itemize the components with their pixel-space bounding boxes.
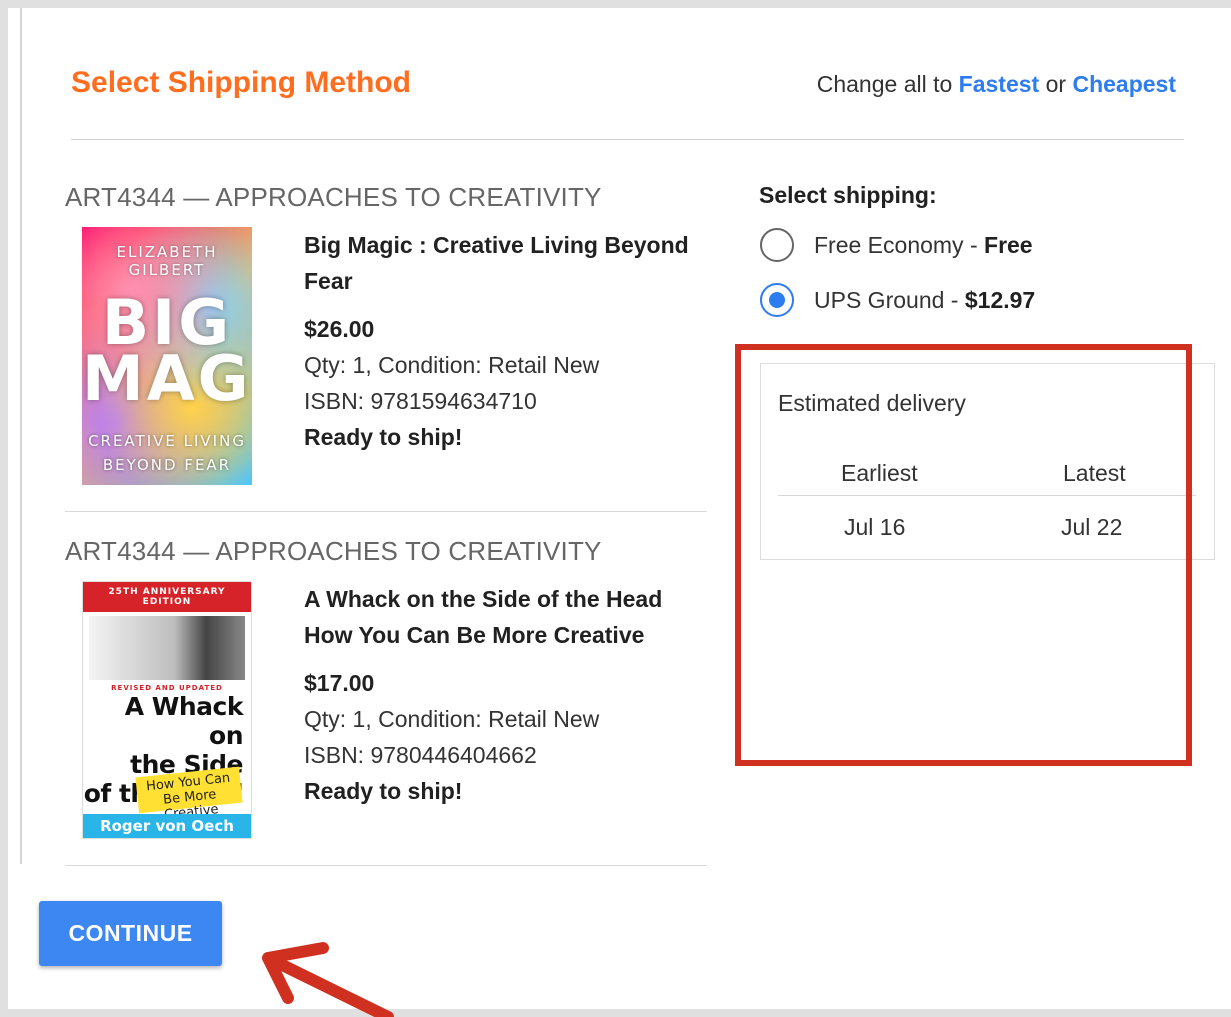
shipping-page: Select Shipping Method Change all to Fas… [8,8,1231,1017]
order-item: ART4344 — APPROACHES TO CREATIVITY 25TH … [65,536,707,841]
cover-photo [89,616,245,680]
cover-subtitle-line: BEYOND FEAR [102,456,232,474]
item-course: ART4344 — APPROACHES TO CREATIVITY [65,536,602,566]
cover-revised: REVISED AND UPDATED [111,684,223,692]
page-title: Select Shipping Method [71,66,412,99]
book-title: Big Magic : Creative Living Beyond Fear [304,232,689,294]
earliest-header: Earliest [841,460,918,486]
book-qty-condition: Qty: 1, Condition: Retail New [304,706,600,732]
shipping-option-price: $12.97 [964,286,1036,313]
latest-date: Jul 22 [1061,514,1123,540]
radio-button[interactable] [760,228,794,262]
book-isbn: ISBN: 9780446404662 [304,742,537,768]
ready-status: Ready to ship! [304,424,463,450]
or-text: or [1045,71,1067,97]
book-cover-image: 25TH ANNIVERSARY EDITION REVISED AND UPD… [82,581,252,839]
book-cover-image: ELIZABETH GILBERT BIG MAGIC CREATIVE LIV… [82,227,252,485]
cover-title-line: A Whack on [124,692,244,750]
shipping-option-text: UPS Ground - $12.97 [814,287,1035,314]
change-all-prefix: Change all to [816,71,953,97]
item-divider [65,511,707,512]
annotation-arrow-icon [262,942,394,1017]
item-info: Big Magic : Creative Living Beyond Fear … [304,227,704,455]
shipping-option-ups-ground[interactable]: UPS Ground - $12.97 [760,283,1035,317]
cover-author: Roger von Oech [83,814,251,838]
shipping-option-name: Free Economy [814,231,964,258]
book-qty-condition: Qty: 1, Condition: Retail New [304,352,600,378]
item-body: ELIZABETH GILBERT BIG MAGIC CREATIVE LIV… [65,227,707,487]
book-price: $17.00 [304,670,375,696]
item-course: ART4344 — APPROACHES TO CREATIVITY [65,182,602,212]
earliest-date: Jul 16 [844,514,906,540]
book-price: $26.00 [304,316,375,342]
shipping-option-separator: - [963,231,985,258]
left-divider [20,8,22,864]
estimated-delivery-panel: Estimated delivery Earliest Latest Jul 1… [760,363,1215,560]
shipping-option-text: Free Economy - Free [814,232,1033,259]
shipping-option-price: Free [984,231,1033,258]
shipping-option-free-economy[interactable]: Free Economy - Free [760,228,1033,262]
delivery-divider [778,495,1196,496]
select-shipping-label: Select shipping: [759,182,937,208]
cover-author: ELIZABETH GILBERT [116,243,218,279]
cheapest-link[interactable]: Cheapest [1072,71,1176,97]
cover-title-line: MAGIC [82,342,252,415]
book-isbn: ISBN: 9781594634710 [304,388,537,414]
ready-status: Ready to ship! [304,778,463,804]
delivery-title: Estimated delivery [778,390,966,416]
fastest-link[interactable]: Fastest [959,71,1040,97]
header-divider [71,139,1184,140]
order-item: ART4344 — APPROACHES TO CREATIVITY ELIZA… [65,182,707,487]
cover-subtitle: CREATIVE LIVING BEYOND FEAR [82,429,252,477]
item-body: 25TH ANNIVERSARY EDITION REVISED AND UPD… [65,581,707,841]
latest-header: Latest [1063,460,1126,486]
change-all-controls: Change all to Fastest or Cheapest [817,71,1176,98]
item-divider [65,865,707,866]
cover-subtitle-line: CREATIVE LIVING [88,432,246,450]
shipping-option-separator: - [944,286,965,313]
cover-title: BIG MAGIC [82,292,252,415]
cover-band: 25TH ANNIVERSARY EDITION [83,582,251,612]
radio-button-selected[interactable] [760,283,794,317]
book-title: A Whack on the Side of the Head How You … [304,586,663,648]
continue-button[interactable]: CONTINUE [39,901,222,966]
shipping-option-name: UPS Ground [814,286,945,313]
item-info: A Whack on the Side of the Head How You … [304,581,704,809]
